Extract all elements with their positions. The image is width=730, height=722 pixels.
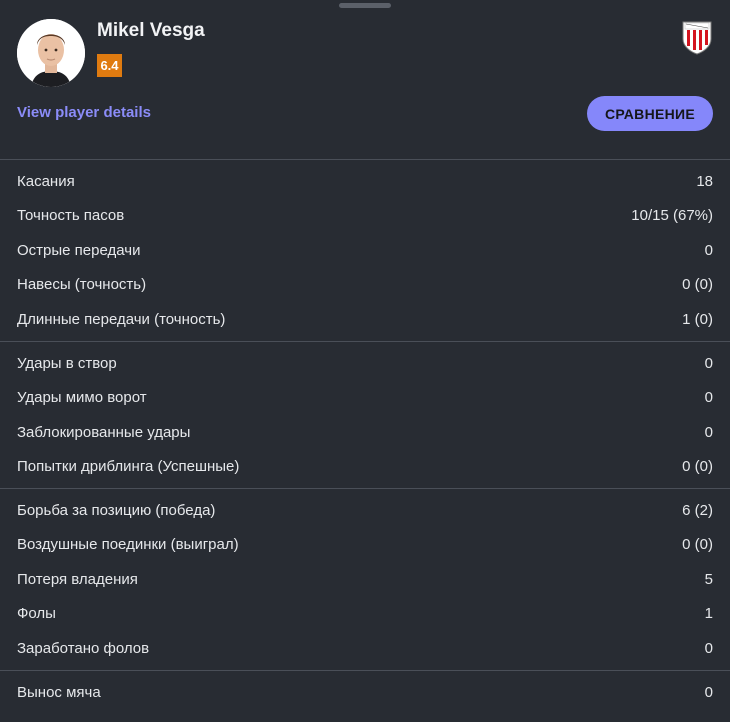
stat-value: 1 (0) <box>682 310 713 328</box>
stat-value: 5 <box>704 570 713 588</box>
stat-label: Борьба за позицию (победа) <box>17 501 216 519</box>
stat-value: 0 (0) <box>682 458 713 476</box>
stat-value: 1 <box>704 605 713 623</box>
stat-label: Вынос мяча <box>17 683 101 701</box>
section-divider <box>0 159 730 160</box>
club-crest-icon <box>681 19 713 55</box>
stat-label: Удары в створ <box>17 354 117 372</box>
stat-row: Потеря владения 5 <box>17 568 713 590</box>
stat-value: 0 <box>704 639 713 657</box>
stat-label: Фолы <box>17 605 56 623</box>
section-divider <box>0 670 730 671</box>
stat-value: 0 <box>704 683 713 701</box>
stat-row: Удары в створ 0 <box>17 352 713 374</box>
section-divider <box>0 341 730 342</box>
stat-row: Точность пасов 10/15 (67%) <box>17 205 713 227</box>
stat-row: Удары мимо ворот 0 <box>17 387 713 409</box>
stat-label: Навесы (точность) <box>17 276 147 294</box>
stat-label: Воздушные поединки (выиграл) <box>17 536 239 554</box>
rating-badge: 6.4 <box>97 54 122 77</box>
stat-row: Навесы (точность) 0 (0) <box>17 274 713 296</box>
player-header: Mikel Vesga 6.4 View player details СРАВ… <box>0 0 730 158</box>
stat-label: Длинные передачи (точность) <box>17 310 226 328</box>
stat-value: 0 <box>704 389 713 407</box>
stat-row: Острые передачи 0 <box>17 239 713 261</box>
stat-value: 0 <box>704 354 713 372</box>
stat-label: Касания <box>17 172 75 190</box>
stat-row: Длинные передачи (точность) 1 (0) <box>17 308 713 330</box>
compare-button[interactable]: СРАВНЕНИЕ <box>587 96 713 131</box>
stat-row: Воздушные поединки (выиграл) 0 (0) <box>17 534 713 556</box>
stat-value: 6 (2) <box>682 501 713 519</box>
stat-value: 0 (0) <box>682 276 713 294</box>
player-avatar <box>17 19 85 87</box>
stat-row: Вынос мяча 0 <box>17 681 713 703</box>
stat-label: Точность пасов <box>17 207 125 225</box>
stat-value: 0 (0) <box>682 536 713 554</box>
stat-value: 18 <box>696 172 713 190</box>
player-photo-icon <box>17 19 85 87</box>
stat-label: Острые передачи <box>17 241 141 259</box>
stat-label: Заблокированные удары <box>17 423 191 441</box>
stat-row: Борьба за позицию (победа) 6 (2) <box>17 499 713 521</box>
stat-row: Попытки дриблинга (Успешные) 0 (0) <box>17 456 713 478</box>
view-player-details-link[interactable]: View player details <box>17 104 151 121</box>
stat-label: Удары мимо ворот <box>17 389 147 407</box>
stat-value: 0 <box>704 423 713 441</box>
stat-label: Попытки дриблинга (Успешные) <box>17 458 240 476</box>
stat-value: 0 <box>704 241 713 259</box>
stat-row: Фолы 1 <box>17 603 713 625</box>
stat-label: Потеря владения <box>17 570 138 588</box>
player-name: Mikel Vesga <box>97 20 205 41</box>
stat-row: Касания 18 <box>17 170 713 192</box>
stat-row: Заблокированные удары 0 <box>17 421 713 443</box>
stat-row: Заработано фолов 0 <box>17 637 713 659</box>
section-divider <box>0 488 730 489</box>
stat-label: Заработано фолов <box>17 639 150 657</box>
stat-value: 10/15 (67%) <box>631 207 713 225</box>
